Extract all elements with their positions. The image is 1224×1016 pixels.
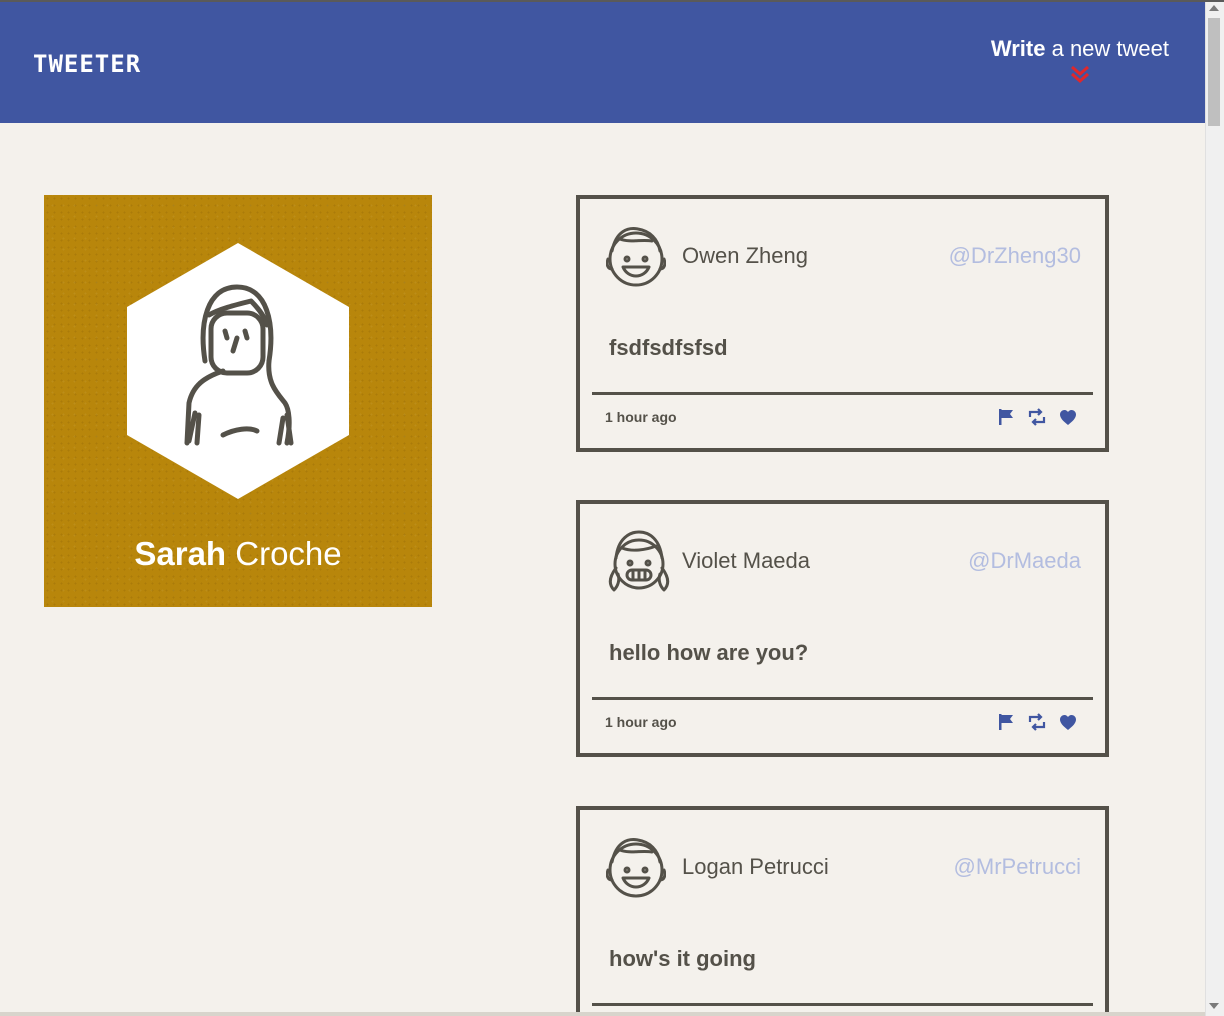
tweet-card: Owen Zheng @DrZheng30 fsdfsdfsfsd 1 hour…: [576, 195, 1109, 452]
brand-logo[interactable]: TWEETER: [33, 50, 141, 78]
tweet-author-name[interactable]: Owen Zheng: [682, 243, 808, 269]
scroll-up-arrow-icon[interactable]: [1209, 5, 1219, 11]
window-bottom-edge: [0, 1012, 1205, 1016]
compose-label-rest: a new tweet: [1045, 36, 1169, 61]
retweet-icon[interactable]: [1027, 713, 1047, 736]
profile-first-name: Sarah: [134, 535, 227, 572]
tweet-body: how's it going: [609, 946, 756, 971]
tweet-author-handle[interactable]: @MrPetrucci: [954, 854, 1081, 880]
write-new-tweet-button[interactable]: Write a new tweet: [991, 36, 1169, 84]
tweet-actions: [997, 713, 1077, 736]
heart-icon[interactable]: [1059, 714, 1077, 736]
tweet-author-handle[interactable]: @DrMaeda: [968, 548, 1081, 574]
compose-label: Write a new tweet: [991, 36, 1169, 62]
profile-card: Sarah Croche: [44, 195, 432, 607]
tweet-divider: [592, 392, 1093, 395]
heart-icon[interactable]: [1059, 409, 1077, 431]
tweet-card: Logan Petrucci @MrPetrucci how's it goin…: [576, 806, 1109, 1016]
retweet-icon[interactable]: [1027, 408, 1047, 431]
tweet-author-name[interactable]: Logan Petrucci: [682, 854, 829, 880]
flag-icon[interactable]: [997, 713, 1015, 736]
girl-avatar-icon: [608, 530, 670, 592]
double-chevron-down-icon: [1070, 65, 1089, 83]
scroll-down-arrow-icon[interactable]: [1209, 1003, 1219, 1009]
tweet-body: fsdfsdfsfsd: [609, 335, 728, 360]
compose-label-bold: Write: [990, 36, 1046, 61]
tweet-author-name[interactable]: Violet Maeda: [682, 548, 810, 574]
profile-last-name: Croche: [235, 535, 342, 572]
tweet-divider: [592, 1003, 1093, 1006]
tweet-actions: [997, 408, 1077, 431]
scrollbar-thumb[interactable]: [1208, 18, 1220, 126]
navbar: TWEETER Write a new tweet: [0, 2, 1205, 123]
boy-avatar-icon: [606, 838, 666, 898]
profile-avatar: [127, 243, 349, 499]
flag-icon[interactable]: [997, 408, 1015, 431]
boy-avatar-icon: [606, 227, 666, 287]
profile-name: Sarah Croche: [44, 535, 432, 573]
tweet-author-handle[interactable]: @DrZheng30: [949, 243, 1081, 269]
tweet-divider: [592, 697, 1093, 700]
scrollbar[interactable]: [1205, 2, 1224, 1016]
tweet-timestamp: 1 hour ago: [605, 409, 677, 425]
tweet-timestamp: 1 hour ago: [605, 714, 677, 730]
tweet-body: hello how are you?: [609, 640, 809, 665]
tweet-card: Violet Maeda @DrMaeda hello how are you?…: [576, 500, 1109, 757]
